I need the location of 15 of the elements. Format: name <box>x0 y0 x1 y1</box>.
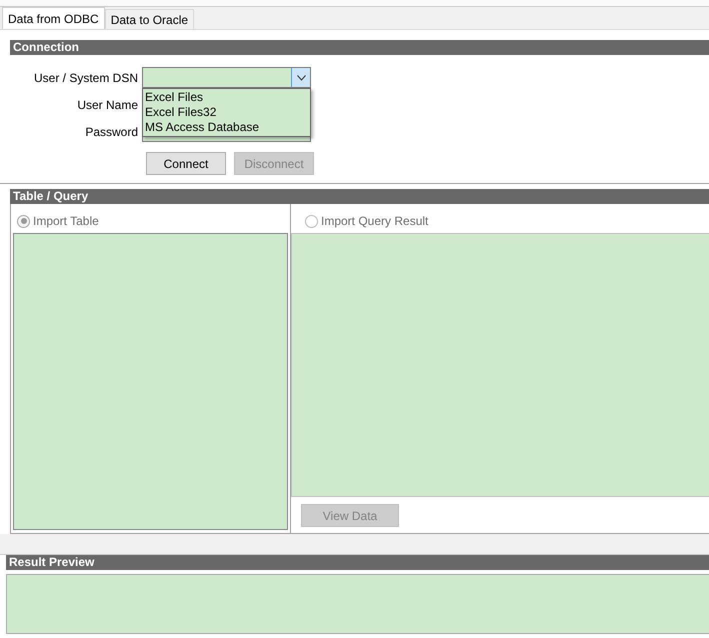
field-label: Password <box>84 124 139 138</box>
section-header: Connection <box>10 40 709 55</box>
dropdown-option[interactable]: Excel Files <box>143 90 310 105</box>
section-header: Result Preview <box>6 555 709 570</box>
dsn-combo[interactable] <box>142 67 311 88</box>
field-label: User Name <box>76 98 139 112</box>
connect-button[interactable]: Connect <box>146 152 226 175</box>
dropdown-option[interactable]: Excel Files32 <box>143 105 310 120</box>
chevron-down-icon <box>296 74 306 80</box>
section-header: Table / Query <box>10 189 709 204</box>
dropdown-option[interactable]: MS Access Database <box>143 120 310 135</box>
tab[interactable]: Data to Oracle <box>104 9 194 29</box>
field-label: User / System DSN <box>32 70 139 84</box>
tab[interactable]: Data from ODBC <box>2 7 105 29</box>
dropdown-button[interactable] <box>291 68 310 87</box>
